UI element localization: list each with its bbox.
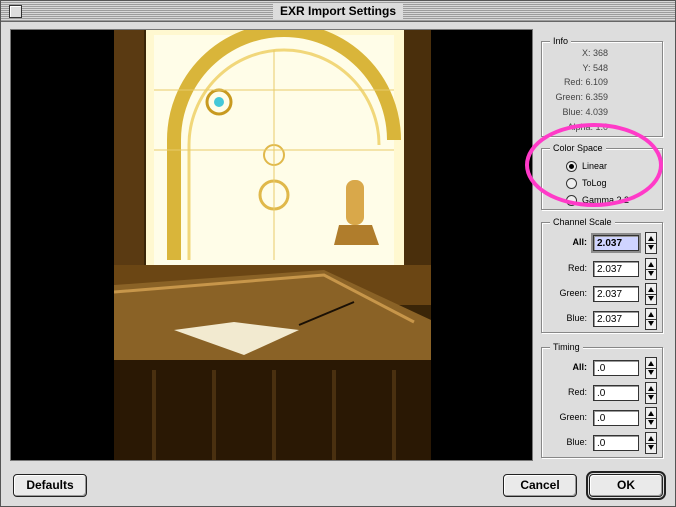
window-title: EXR Import Settings <box>272 3 404 19</box>
scale-all-stepper[interactable] <box>645 232 657 254</box>
timing-all-input[interactable]: .0 <box>593 360 639 376</box>
timing-green-stepper[interactable] <box>645 407 657 429</box>
stained-glass-scene-image <box>114 30 431 460</box>
stepper-down-icon[interactable] <box>648 245 654 250</box>
stepper-down-icon[interactable] <box>648 445 654 450</box>
info-panel-title: Info <box>550 35 572 47</box>
timing-all-label: All: <box>572 362 588 372</box>
stepper-up-icon[interactable] <box>648 236 654 241</box>
scale-blue-input[interactable]: 2.037 <box>593 311 639 327</box>
scale-all-label: All: <box>572 237 588 247</box>
scale-all-input[interactable]: 2.037 <box>591 233 641 253</box>
stepper-up-icon[interactable] <box>648 262 654 267</box>
scale-red-input[interactable]: 2.037 <box>593 261 639 277</box>
timing-green-input[interactable]: .0 <box>593 410 639 426</box>
scale-green-stepper[interactable] <box>645 283 657 305</box>
image-preview[interactable] <box>10 29 533 461</box>
info-x-value: 368 <box>592 48 608 58</box>
info-blue-value: 4.039 <box>585 107 608 117</box>
scale-blue-stepper[interactable] <box>645 308 657 330</box>
stepper-down-icon[interactable] <box>648 370 654 375</box>
highlight-ellipse-annotation <box>525 123 663 207</box>
timing-red-input[interactable]: .0 <box>593 385 639 401</box>
info-y-label: Y: <box>582 63 591 73</box>
channel-scale-panel: Channel Scale All: 2.037 Red: 2.037 Gree… <box>541 216 663 333</box>
info-green-label: Green: <box>555 92 583 102</box>
close-box-icon[interactable] <box>9 5 22 18</box>
stepper-up-icon[interactable] <box>648 386 654 391</box>
timing-title: Timing <box>550 341 583 353</box>
stepper-up-icon[interactable] <box>648 436 654 441</box>
stepper-up-icon[interactable] <box>648 312 654 317</box>
info-y-value: 548 <box>592 63 608 73</box>
exr-import-dialog: EXR Import Settings Info X: 368 Y: 548 R… <box>0 0 676 507</box>
timing-red-label: Red: <box>567 387 587 397</box>
stepper-down-icon[interactable] <box>648 395 654 400</box>
info-x-label: X: <box>581 48 591 58</box>
defaults-button[interactable]: Defaults <box>13 474 87 497</box>
stepper-up-icon[interactable] <box>648 411 654 416</box>
info-red-label: Red: <box>563 77 583 87</box>
preview-photo <box>114 30 431 460</box>
ok-button[interactable]: OK <box>586 471 666 500</box>
timing-red-stepper[interactable] <box>645 382 657 404</box>
stepper-down-icon[interactable] <box>648 420 654 425</box>
cancel-button[interactable]: Cancel <box>503 474 577 497</box>
timing-blue-label: Blue: <box>566 437 587 447</box>
timing-blue-input[interactable]: .0 <box>593 435 639 451</box>
stepper-up-icon[interactable] <box>648 361 654 366</box>
channel-scale-title: Channel Scale <box>550 216 615 228</box>
scale-green-label: Green: <box>559 288 587 298</box>
timing-all-stepper[interactable] <box>645 357 657 379</box>
info-blue-label: Blue: <box>562 107 583 117</box>
timing-blue-stepper[interactable] <box>645 432 657 454</box>
info-green-value: 6.359 <box>585 92 608 102</box>
stepper-down-icon[interactable] <box>648 271 654 276</box>
title-bar[interactable]: EXR Import Settings <box>1 1 675 22</box>
timing-green-label: Green: <box>559 412 587 422</box>
timing-panel: Timing All: .0 Red: .0 Green: .0 Blue: .… <box>541 341 663 458</box>
stepper-up-icon[interactable] <box>648 287 654 292</box>
info-red-value: 6.109 <box>585 77 608 87</box>
stepper-down-icon[interactable] <box>648 321 654 326</box>
stepper-down-icon[interactable] <box>648 296 654 301</box>
scale-red-label: Red: <box>567 263 587 273</box>
scale-red-stepper[interactable] <box>645 258 657 280</box>
scale-blue-label: Blue: <box>566 313 587 323</box>
scale-green-input[interactable]: 2.037 <box>593 286 639 302</box>
